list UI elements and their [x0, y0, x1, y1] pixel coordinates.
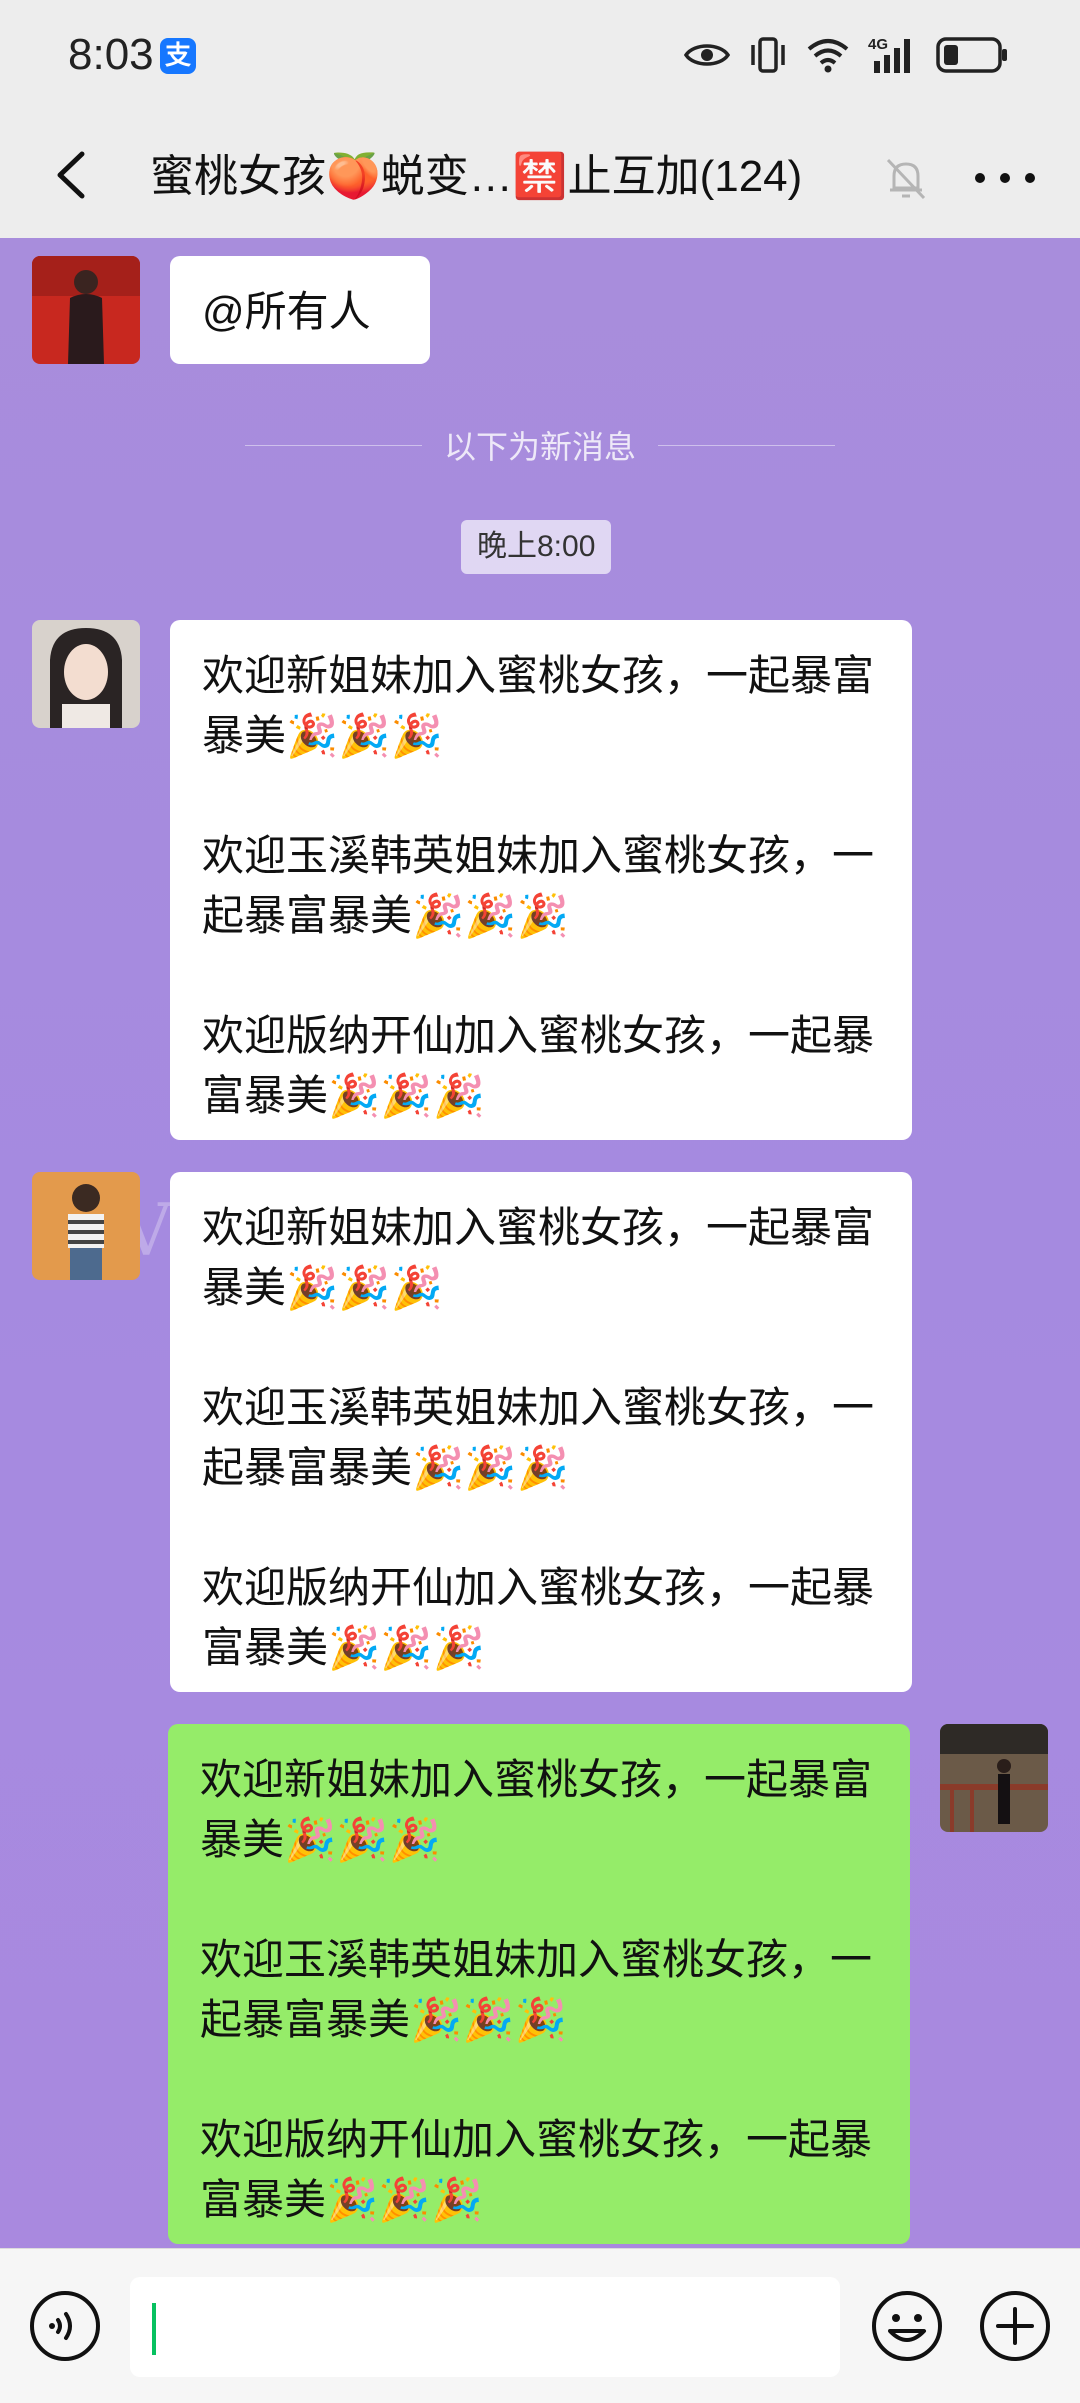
self-message-bubble[interactable]: 欢迎新姐妹加入蜜桃女孩，一起暴富暴美🎉🎉🎉 欢迎玉溪韩英姐妹加入蜜桃女孩，一起暴…: [168, 1724, 910, 2244]
message-line: 欢迎玉溪韩英姐妹加入蜜桃女孩，一起暴富暴美🎉🎉🎉: [200, 1936, 873, 2043]
mute-icon: [886, 158, 926, 200]
alipay-icon: 支: [160, 38, 196, 74]
input-bar: [0, 2248, 1080, 2403]
emoji-icon[interactable]: [870, 2289, 944, 2363]
text-caret: [152, 2303, 156, 2355]
avatar[interactable]: [32, 620, 140, 728]
message-bubble[interactable]: 欢迎新姐妹加入蜜桃女孩，一起暴富暴美🎉🎉🎉 欢迎玉溪韩英姐妹加入蜜桃女孩，一起暴…: [170, 620, 912, 1140]
message-line: 欢迎版纳开仙加入蜜桃女孩，一起暴富暴美🎉🎉🎉: [202, 1012, 875, 1119]
message-line: 欢迎玉溪韩英姐妹加入蜜桃女孩，一起暴富暴美🎉🎉🎉: [202, 832, 875, 939]
mention-message-bubble[interactable]: @所有人: [170, 256, 430, 364]
status-time: 8:03: [68, 30, 154, 79]
message-line: 欢迎版纳开仙加入蜜桃女孩，一起暴富暴美🎉🎉🎉: [202, 1564, 875, 1671]
network-label: 4G: [868, 36, 888, 53]
back-icon[interactable]: [40, 142, 106, 208]
message-line: 欢迎版纳开仙加入蜜桃女孩，一起暴富暴美🎉🎉🎉: [200, 2116, 873, 2223]
chat-header: 蜜桃女孩🍑蜕变…🈲止互加(124): [0, 112, 1080, 238]
wifi-icon: [807, 39, 849, 73]
voice-icon[interactable]: [28, 2289, 102, 2363]
chat-message-area[interactable]: Vety @所有人 以下为新消息 晚上8:00 欢迎新姐妹加入蜜桃女孩，一起暴富…: [0, 238, 1080, 2248]
divider-line: [658, 444, 836, 446]
self-avatar[interactable]: [940, 1724, 1048, 1832]
divider-label: 以下为新消息: [444, 428, 637, 466]
new-messages-divider: 以下为新消息: [245, 420, 836, 470]
message-bubble[interactable]: 欢迎新姐妹加入蜜桃女孩，一起暴富暴美🎉🎉🎉 欢迎玉溪韩英姐妹加入蜜桃女孩，一起暴…: [170, 1172, 912, 1692]
divider-line: [245, 444, 422, 446]
status-bar: 8:03 支 4G: [0, 0, 1080, 112]
message-line: 欢迎新姐妹加入蜜桃女孩，一起暴富暴美🎉🎉🎉: [202, 652, 875, 759]
plus-icon[interactable]: [978, 2289, 1052, 2363]
battery-icon: [936, 37, 1007, 73]
more-icon[interactable]: [970, 152, 1040, 204]
vibrate-icon: [751, 37, 785, 73]
message-text: @所有人: [202, 288, 371, 335]
avatar[interactable]: [32, 256, 140, 364]
eye-icon: [684, 44, 730, 66]
status-icons: 4G: [684, 30, 1008, 80]
chat-title: 蜜桃女孩🍑蜕变…🈲止互加(124): [150, 152, 803, 201]
message-line: 欢迎玉溪韩英姐妹加入蜜桃女孩，一起暴富暴美🎉🎉🎉: [202, 1384, 875, 1491]
timestamp-chip: 晚上8:00: [461, 520, 612, 574]
message-line: 欢迎新姐妹加入蜜桃女孩，一起暴富暴美🎉🎉🎉: [200, 1756, 873, 1863]
message-line: 欢迎新姐妹加入蜜桃女孩，一起暴富暴美🎉🎉🎉: [202, 1204, 875, 1311]
4g-signal-icon: 4G: [868, 36, 910, 73]
message-input[interactable]: [130, 2277, 840, 2377]
avatar[interactable]: [32, 1172, 140, 1280]
